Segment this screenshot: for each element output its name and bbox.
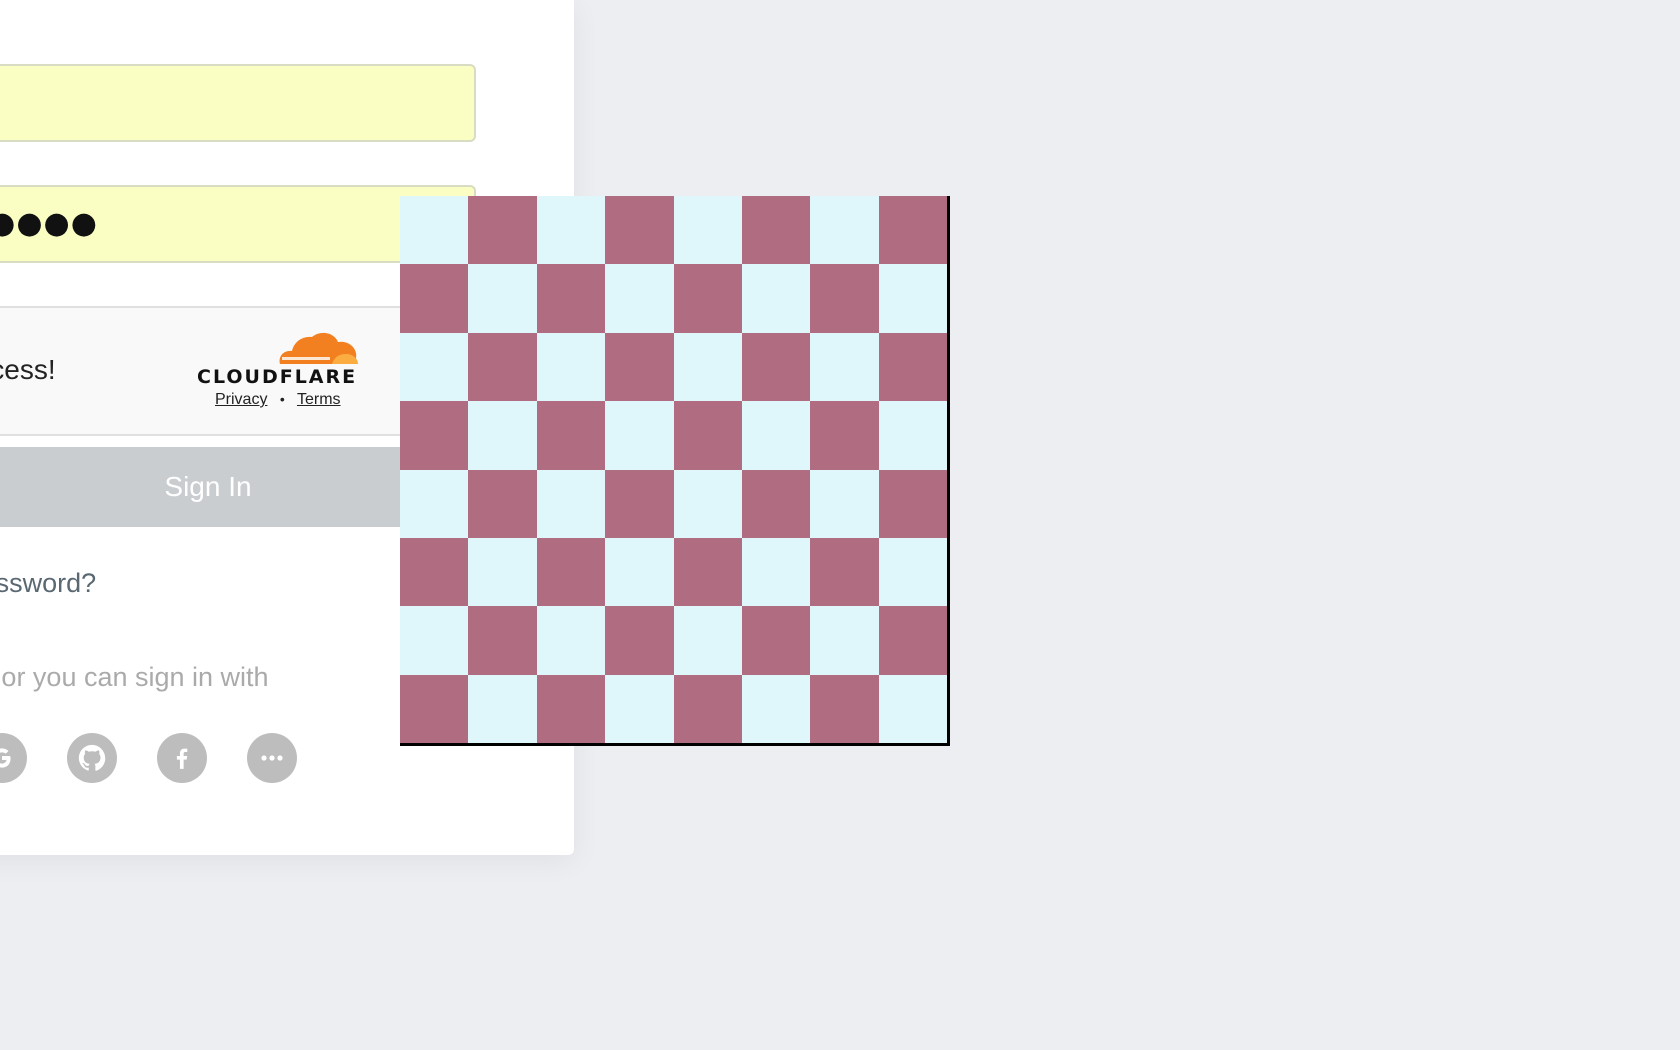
board-cell[interactable] bbox=[536, 469, 606, 538]
board-cell[interactable] bbox=[878, 606, 947, 675]
board-cell[interactable] bbox=[810, 469, 879, 538]
password-value: ●●●●● bbox=[0, 206, 98, 241]
board-cell[interactable] bbox=[605, 332, 674, 402]
board-cell[interactable] bbox=[468, 606, 537, 675]
cloudflare-logo: CLOUDFLARE bbox=[197, 330, 397, 390]
board-cell[interactable] bbox=[741, 196, 811, 265]
google-signin-button[interactable] bbox=[0, 733, 27, 783]
board-cell[interactable] bbox=[673, 196, 742, 265]
board-cell[interactable] bbox=[741, 606, 811, 675]
board-cell[interactable] bbox=[468, 264, 537, 333]
facebook-icon bbox=[176, 748, 188, 769]
terms-link[interactable]: Terms bbox=[297, 391, 341, 408]
board-cell[interactable] bbox=[400, 537, 469, 607]
checkerboard-captcha-grid[interactable] bbox=[400, 196, 950, 746]
cloudflare-wordmark: CLOUDFLARE bbox=[197, 366, 358, 388]
board-cell[interactable] bbox=[673, 401, 742, 470]
board-cell[interactable] bbox=[536, 401, 606, 470]
board-cell[interactable] bbox=[605, 196, 674, 265]
board-cell[interactable] bbox=[810, 401, 879, 470]
board-cell[interactable] bbox=[673, 469, 742, 538]
board-cell[interactable] bbox=[468, 401, 537, 470]
facebook-signin-button[interactable] bbox=[157, 733, 207, 783]
board-cell[interactable] bbox=[400, 332, 469, 402]
board-cell[interactable] bbox=[810, 264, 879, 333]
alt-signin-label: or you can sign in with bbox=[1, 662, 269, 692]
board-cell[interactable] bbox=[810, 196, 879, 265]
board-cell[interactable] bbox=[878, 196, 947, 265]
google-icon bbox=[0, 748, 11, 768]
board-cell[interactable] bbox=[536, 264, 606, 333]
board-cell[interactable] bbox=[468, 469, 537, 538]
email-field[interactable] bbox=[0, 64, 476, 142]
more-signin-options-button[interactable] bbox=[247, 733, 297, 783]
board-cell[interactable] bbox=[536, 674, 606, 743]
board-cell[interactable] bbox=[878, 264, 947, 333]
board-cell[interactable] bbox=[878, 401, 947, 470]
board-cell[interactable] bbox=[400, 401, 469, 470]
board-cell[interactable] bbox=[400, 674, 469, 743]
board-cell[interactable] bbox=[810, 537, 879, 607]
link-separator: • bbox=[279, 391, 285, 407]
board-cell[interactable] bbox=[673, 606, 742, 675]
github-signin-button[interactable] bbox=[67, 733, 117, 783]
board-cell[interactable] bbox=[810, 606, 879, 675]
board-cell[interactable] bbox=[536, 196, 606, 265]
board-cell[interactable] bbox=[468, 196, 537, 265]
board-cell[interactable] bbox=[810, 674, 879, 743]
board-cell[interactable] bbox=[673, 537, 742, 607]
board-cell[interactable] bbox=[878, 332, 947, 402]
board-cell[interactable] bbox=[605, 264, 674, 333]
board-cell[interactable] bbox=[605, 469, 674, 538]
board-cell[interactable] bbox=[878, 469, 947, 538]
board-cell[interactable] bbox=[468, 674, 537, 743]
privacy-link[interactable]: Privacy bbox=[215, 391, 267, 408]
board-cell[interactable] bbox=[605, 674, 674, 743]
board-cell[interactable] bbox=[673, 332, 742, 402]
board-cell[interactable] bbox=[468, 332, 537, 402]
board-cell[interactable] bbox=[400, 469, 469, 538]
board-cell[interactable] bbox=[400, 196, 469, 265]
board-cell[interactable] bbox=[605, 537, 674, 607]
board-cell[interactable] bbox=[741, 264, 811, 333]
board-cell[interactable] bbox=[673, 264, 742, 333]
board-cell[interactable] bbox=[605, 606, 674, 675]
board-cell[interactable] bbox=[536, 537, 606, 607]
captcha-links: Privacy • Terms bbox=[215, 391, 341, 409]
forgot-password-link[interactable]: Forgot password? bbox=[0, 568, 96, 599]
more-icon bbox=[261, 755, 283, 761]
board-cell[interactable] bbox=[605, 401, 674, 470]
board-cell[interactable] bbox=[536, 332, 606, 402]
board-cell[interactable] bbox=[741, 401, 811, 470]
board-cell[interactable] bbox=[741, 332, 811, 402]
board-cell[interactable] bbox=[468, 537, 537, 607]
board-cell[interactable] bbox=[741, 469, 811, 538]
page: ●●●●● Success! CLOUDFLARE Privacy • Term… bbox=[0, 0, 1680, 1050]
board-cell[interactable] bbox=[400, 606, 469, 675]
captcha-status: Success! bbox=[0, 354, 56, 385]
board-cell[interactable] bbox=[878, 537, 947, 607]
board-cell[interactable] bbox=[741, 674, 811, 743]
board-cell[interactable] bbox=[536, 606, 606, 675]
board-cell[interactable] bbox=[810, 332, 879, 402]
board-cell[interactable] bbox=[741, 537, 811, 607]
board-cell[interactable] bbox=[878, 674, 947, 743]
board-cell[interactable] bbox=[673, 674, 742, 743]
board-cell[interactable] bbox=[400, 264, 469, 333]
cloudflare-cloud-icon bbox=[279, 332, 358, 364]
github-icon bbox=[78, 744, 106, 771]
